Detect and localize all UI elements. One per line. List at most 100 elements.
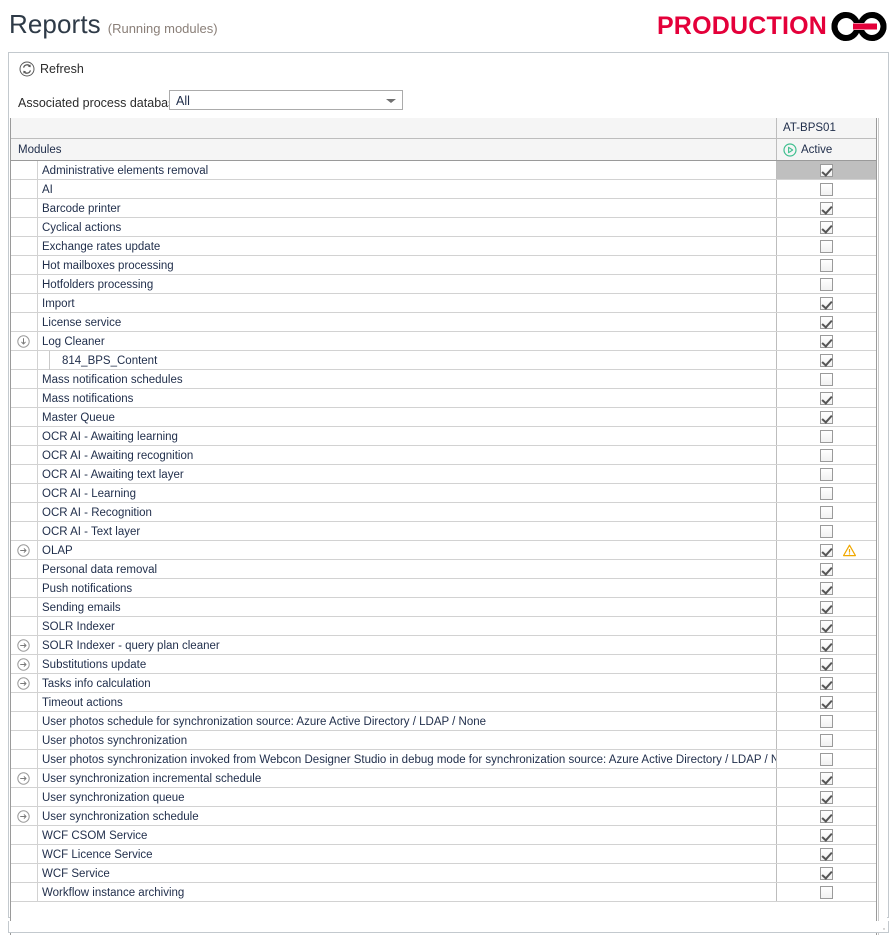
- table-row[interactable]: WCF Licence Service: [11, 845, 876, 864]
- arrow-right-circle-icon[interactable]: [17, 658, 30, 671]
- active-checkbox[interactable]: [820, 163, 833, 177]
- refresh-button[interactable]: Refresh: [16, 60, 87, 78]
- module-active-cell[interactable]: [777, 256, 876, 274]
- table-row[interactable]: OCR AI - Awaiting learning: [11, 427, 876, 446]
- active-checkbox[interactable]: [820, 676, 833, 690]
- module-active-cell[interactable]: [777, 579, 876, 597]
- table-row[interactable]: OCR AI - Learning: [11, 484, 876, 503]
- module-active-cell[interactable]: [777, 408, 876, 426]
- active-checkbox[interactable]: [820, 714, 833, 728]
- module-active-cell[interactable]: [777, 237, 876, 255]
- table-row[interactable]: OCR AI - Recognition: [11, 503, 876, 522]
- module-active-cell[interactable]: [777, 313, 876, 331]
- module-active-cell[interactable]: [777, 199, 876, 217]
- table-row[interactable]: Timeout actions: [11, 693, 876, 712]
- active-checkbox[interactable]: [820, 657, 833, 671]
- module-active-cell[interactable]: [777, 674, 876, 692]
- module-active-cell[interactable]: [777, 370, 876, 388]
- active-checkbox[interactable]: [820, 239, 833, 253]
- module-active-cell[interactable]: [777, 465, 876, 483]
- resize-grip-icon[interactable]: [876, 923, 886, 931]
- active-checkbox[interactable]: [820, 847, 833, 861]
- module-active-cell[interactable]: [777, 655, 876, 673]
- active-checkbox[interactable]: [820, 581, 833, 595]
- table-row[interactable]: 814_BPS_Content: [11, 351, 876, 370]
- active-checkbox[interactable]: [820, 695, 833, 709]
- table-row[interactable]: Mass notifications: [11, 389, 876, 408]
- module-active-cell[interactable]: [777, 731, 876, 749]
- module-active-cell[interactable]: [777, 180, 876, 198]
- table-row[interactable]: Log Cleaner: [11, 332, 876, 351]
- table-row[interactable]: Barcode printer: [11, 199, 876, 218]
- active-checkbox[interactable]: [820, 353, 833, 367]
- arrow-right-circle-icon[interactable]: [17, 544, 30, 557]
- table-row[interactable]: User photos schedule for synchronization…: [11, 712, 876, 731]
- active-checkbox[interactable]: [820, 277, 833, 291]
- module-active-cell[interactable]: [777, 389, 876, 407]
- active-checkbox[interactable]: [820, 790, 833, 804]
- table-row[interactable]: Import: [11, 294, 876, 313]
- table-row[interactable]: Cyclical actions: [11, 218, 876, 237]
- table-row[interactable]: WCF CSOM Service: [11, 826, 876, 845]
- module-active-cell[interactable]: [777, 693, 876, 711]
- module-active-cell[interactable]: [777, 807, 876, 825]
- table-row[interactable]: SOLR Indexer: [11, 617, 876, 636]
- active-checkbox[interactable]: [820, 828, 833, 842]
- table-row[interactable]: License service: [11, 313, 876, 332]
- active-checkbox[interactable]: [820, 619, 833, 633]
- module-active-cell[interactable]: [777, 427, 876, 445]
- table-row[interactable]: User synchronization queue: [11, 788, 876, 807]
- module-active-cell[interactable]: [777, 788, 876, 806]
- active-checkbox[interactable]: [820, 467, 833, 481]
- active-checkbox[interactable]: [820, 771, 833, 785]
- vertical-scrollbar[interactable]: [878, 118, 887, 935]
- table-row[interactable]: User photos synchronization invoked from…: [11, 750, 876, 769]
- process-database-select[interactable]: All: [169, 90, 403, 110]
- active-checkbox[interactable]: [820, 220, 833, 234]
- active-checkbox[interactable]: [820, 752, 833, 766]
- active-checkbox[interactable]: [820, 201, 833, 215]
- table-row[interactable]: User synchronization schedule: [11, 807, 876, 826]
- active-checkbox[interactable]: [820, 733, 833, 747]
- module-active-cell[interactable]: [777, 218, 876, 236]
- active-checkbox[interactable]: [820, 866, 833, 880]
- active-checkbox[interactable]: [820, 448, 833, 462]
- module-active-cell[interactable]: [777, 560, 876, 578]
- table-row[interactable]: Exchange rates update: [11, 237, 876, 256]
- module-active-cell[interactable]: [777, 332, 876, 350]
- active-checkbox[interactable]: [820, 600, 833, 614]
- module-active-cell[interactable]: [777, 636, 876, 654]
- table-row[interactable]: Master Queue: [11, 408, 876, 427]
- module-active-cell[interactable]: [777, 769, 876, 787]
- table-row[interactable]: Personal data removal: [11, 560, 876, 579]
- table-row[interactable]: Substitutions update: [11, 655, 876, 674]
- table-row[interactable]: OLAP: [11, 541, 876, 560]
- module-active-cell[interactable]: [777, 446, 876, 464]
- warning-triangle-icon[interactable]: [843, 544, 856, 557]
- active-checkbox[interactable]: [820, 638, 833, 652]
- active-checkbox[interactable]: [820, 524, 833, 538]
- table-row[interactable]: WCF Service: [11, 864, 876, 883]
- table-row[interactable]: OCR AI - Awaiting text layer: [11, 465, 876, 484]
- module-active-cell[interactable]: [777, 883, 876, 901]
- module-active-cell[interactable]: [777, 541, 876, 559]
- active-checkbox[interactable]: [820, 182, 833, 196]
- active-checkbox[interactable]: [820, 410, 833, 424]
- table-row[interactable]: Tasks info calculation: [11, 674, 876, 693]
- active-checkbox[interactable]: [820, 429, 833, 443]
- module-active-cell[interactable]: [777, 845, 876, 863]
- arrow-right-circle-icon[interactable]: [17, 772, 30, 785]
- arrow-right-circle-icon[interactable]: [17, 677, 30, 690]
- module-active-cell[interactable]: [777, 750, 876, 768]
- module-active-cell[interactable]: [777, 161, 876, 179]
- table-row[interactable]: Hot mailboxes processing: [11, 256, 876, 275]
- active-checkbox[interactable]: [820, 315, 833, 329]
- arrow-down-right-circle-icon[interactable]: [17, 335, 30, 348]
- module-active-cell[interactable]: [777, 617, 876, 635]
- table-row[interactable]: OCR AI - Awaiting recognition: [11, 446, 876, 465]
- active-checkbox[interactable]: [820, 809, 833, 823]
- table-row[interactable]: AI: [11, 180, 876, 199]
- module-active-cell[interactable]: [777, 598, 876, 616]
- table-row[interactable]: Mass notification schedules: [11, 370, 876, 389]
- table-row[interactable]: Workflow instance archiving: [11, 883, 876, 902]
